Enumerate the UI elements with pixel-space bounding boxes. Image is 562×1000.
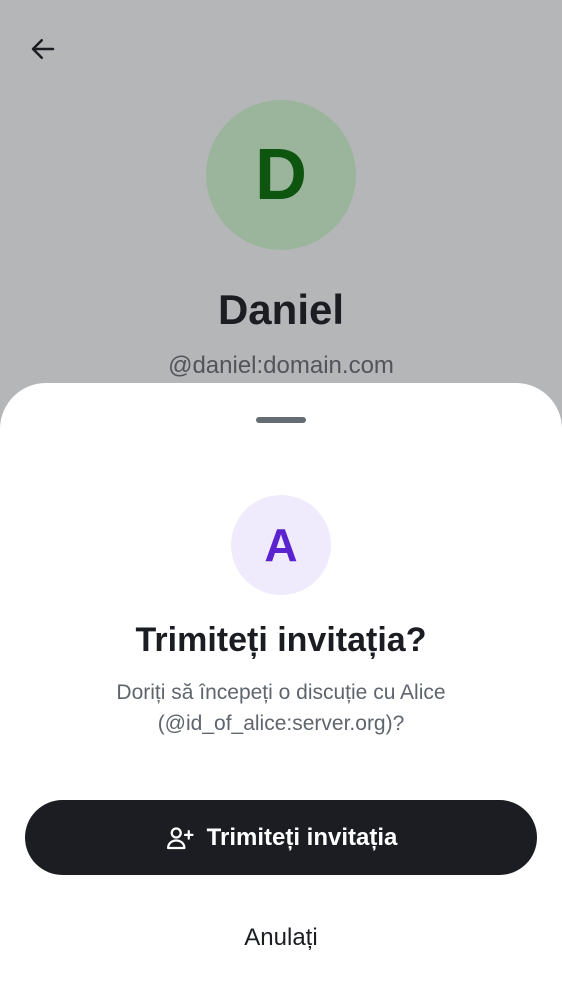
- screen: D Daniel @daniel:domain.com A Trimiteți …: [0, 0, 562, 1000]
- invitee-avatar: A: [231, 495, 331, 595]
- profile-avatar: D: [206, 100, 356, 250]
- cancel-button[interactable]: Anulați: [180, 908, 382, 968]
- profile-handle: @daniel:domain.com: [168, 352, 394, 379]
- invite-bottom-sheet: A Trimiteți invitația? Doriți să începeț…: [0, 383, 562, 1000]
- user-plus-icon: [165, 823, 195, 853]
- back-button[interactable]: [22, 30, 64, 72]
- arrow-left-icon: [28, 34, 58, 69]
- sheet-drag-handle[interactable]: [256, 417, 306, 423]
- send-invite-button[interactable]: Trimiteți invitația: [25, 800, 537, 875]
- dialog-title: Trimiteți invitația?: [135, 621, 427, 659]
- dialog-description: Doriți să începeți o discuție cu Alice (…: [116, 681, 446, 735]
- profile-name: Daniel: [217, 286, 345, 333]
- send-invite-label: Trimiteți invitația: [206, 823, 398, 851]
